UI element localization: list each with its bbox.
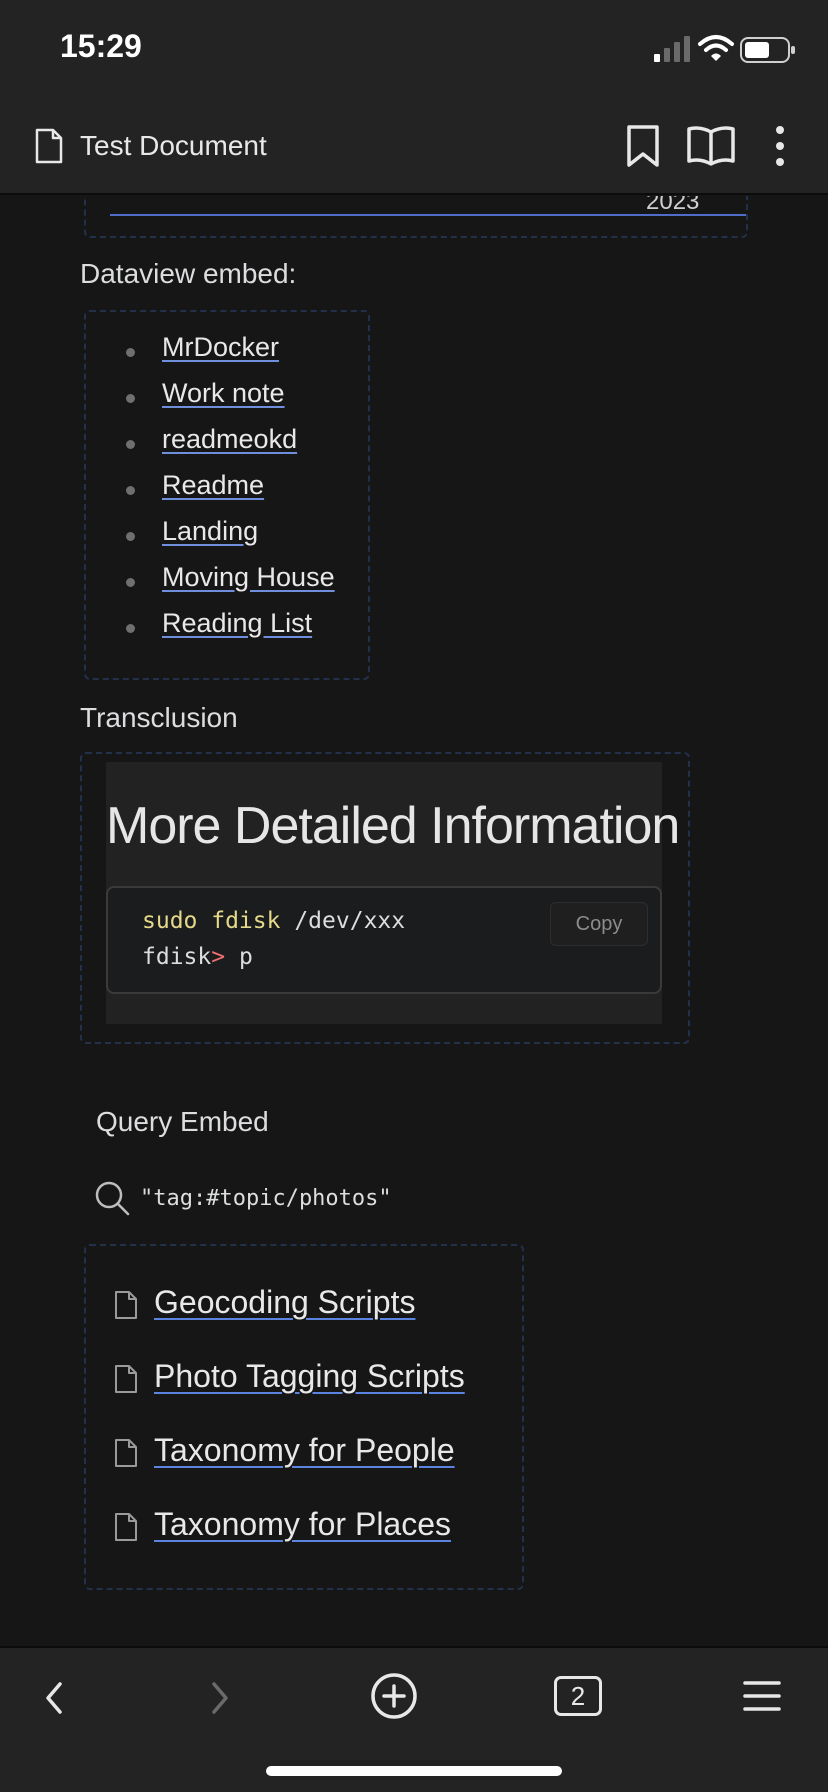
home-indicator[interactable]: [266, 1766, 562, 1776]
status-bar: 15:29: [0, 0, 828, 98]
transclusion-label: Transclusion: [80, 702, 238, 733]
list-item: Readme: [126, 470, 335, 516]
query-results-embed: Geocoding Scripts Photo Tagging Scripts …: [84, 1244, 524, 1590]
embed-divider: [110, 214, 746, 216]
file-icon: [115, 1513, 137, 1541]
wifi-icon: [698, 35, 734, 61]
result-link[interactable]: Taxonomy for Places: [154, 1506, 451, 1543]
code-prompt: fdisk: [142, 944, 212, 970]
file-icon: [115, 1439, 137, 1467]
transclusion-embed: More Detailed Information sudo fdisk /de…: [80, 752, 690, 1044]
note-link[interactable]: Work note: [162, 378, 285, 408]
document-icon: [35, 128, 63, 164]
result-link[interactable]: Taxonomy for People: [154, 1432, 455, 1469]
dataview-label: Dataview embed:: [80, 258, 297, 289]
note-link[interactable]: MrDocker: [162, 332, 279, 362]
file-icon: [115, 1291, 137, 1319]
copy-button[interactable]: Copy: [550, 902, 648, 946]
dataview-embed: MrDocker Work note readmeokd Readme Land…: [84, 310, 370, 680]
menu-icon[interactable]: [742, 1678, 782, 1714]
list-item: Landing: [126, 516, 335, 562]
code-line: fdisk> p: [142, 944, 253, 970]
code-argument: /dev/xxx: [280, 908, 406, 934]
file-icon: [115, 1365, 137, 1393]
code-command: sudo fdisk: [142, 908, 281, 934]
cellular-signal-icon: [654, 36, 690, 62]
reading-mode-icon[interactable]: [686, 124, 736, 166]
transclusion-content: More Detailed Information sudo fdisk /de…: [106, 762, 680, 1024]
list-item: Reading List: [126, 608, 335, 654]
battery-icon: [740, 37, 795, 63]
embed-partial-text: 2023: [646, 196, 700, 215]
embed-box-previous: 2023: [84, 196, 748, 238]
list-item: Work note: [126, 378, 335, 424]
new-tab-icon[interactable]: [370, 1672, 418, 1720]
search-icon: [95, 1181, 130, 1216]
note-link[interactable]: Reading List: [162, 608, 312, 638]
code-line: sudo fdisk /dev/xxx: [142, 908, 405, 934]
code-block: sudo fdisk /dev/xxx fdisk> p Copy: [106, 886, 662, 994]
bookmark-icon[interactable]: [624, 124, 662, 168]
more-options-icon[interactable]: [770, 124, 790, 168]
note-link[interactable]: readmeokd: [162, 424, 297, 454]
code-argument: p: [225, 944, 253, 970]
note-link[interactable]: Readme: [162, 470, 264, 500]
result-link[interactable]: Photo Tagging Scripts: [154, 1358, 465, 1395]
result-link[interactable]: Geocoding Scripts: [154, 1284, 415, 1321]
forward-icon[interactable]: [204, 1680, 234, 1716]
page-title: Test Document: [80, 130, 267, 161]
document-content[interactable]: 2023 Dataview embed: MrDocker Work note …: [0, 196, 828, 1646]
document-header: Test Document: [0, 98, 828, 195]
query-embed-label: Query Embed: [96, 1106, 269, 1137]
note-link[interactable]: Landing: [162, 516, 258, 546]
code-operator: >: [211, 944, 226, 970]
transcluded-heading: More Detailed Information: [106, 797, 680, 855]
list-item: Moving House: [126, 562, 335, 608]
back-icon[interactable]: [40, 1680, 70, 1716]
note-link[interactable]: Moving House: [162, 562, 335, 592]
list-item: MrDocker: [126, 332, 335, 378]
status-time: 15:29: [60, 28, 142, 64]
dataview-list: MrDocker Work note readmeokd Readme Land…: [126, 332, 335, 654]
list-item: readmeokd: [126, 424, 335, 470]
tabs-button[interactable]: 2: [554, 1676, 602, 1716]
search-query: "tag:#topic/photos": [140, 1186, 392, 1211]
